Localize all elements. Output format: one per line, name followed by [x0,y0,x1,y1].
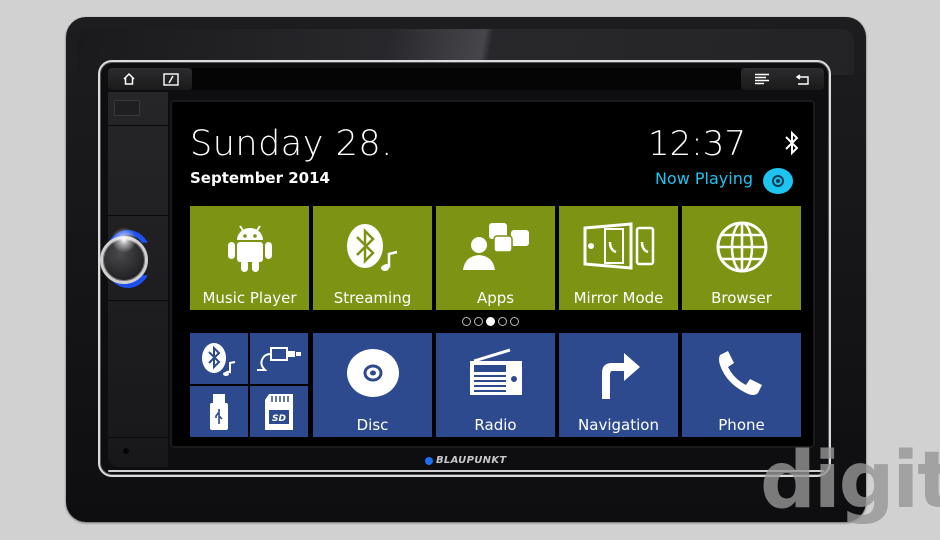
android-icon [227,225,272,272]
back-button[interactable] [791,70,815,88]
volume-knob[interactable] [97,225,157,291]
bluetooth-audio-icon [202,342,236,376]
phone-handset-icon [718,351,762,395]
mini-tile-sd-card[interactable]: SD [250,386,308,437]
top-strip [192,68,741,90]
brand-logo: BLAUPUNKT [425,455,507,466]
tile-music-player[interactable]: Music Player [190,206,309,310]
screen-button[interactable] [159,70,183,88]
page-dot[interactable] [462,317,471,326]
mirror-mode-icon [583,222,654,270]
now-playing-button[interactable] [763,168,793,194]
light-flare [109,225,139,255]
tile-apps[interactable]: Apps [436,206,555,310]
mic-hole [123,448,129,454]
date-day: Sunday 28. [190,124,393,164]
slot-button[interactable] [114,100,140,116]
panel-divider [108,215,168,216]
home-icon [123,72,135,85]
tile-disc[interactable]: Disc [313,333,432,437]
tile-radio[interactable]: Radio [436,333,555,437]
screen-toggle-icon [163,72,179,86]
tile-browser[interactable]: Browser [682,206,801,310]
brand-dot-icon [425,456,433,465]
tile-label: Navigation [578,416,659,434]
mini-tile-bluetooth-audio[interactable] [190,333,248,384]
mini-tile-usb[interactable] [190,386,248,437]
tile-label: Mirror Mode [573,289,664,307]
tile-label: Phone [718,416,765,434]
tile-label: Streaming [333,289,412,307]
clock: 12:37 [648,124,746,164]
product-photo: Sunday 28. September 2014 12:37 Now Play… [0,0,940,540]
panel-divider [108,125,168,126]
disc-icon [346,349,399,397]
bluetooth-icon[interactable] [783,130,801,156]
menu-button[interactable] [750,70,774,88]
tile-label: Apps [476,289,515,307]
panel-divider [108,437,168,438]
panel-divider [108,300,168,301]
chrome-trim [108,470,824,472]
page-dot-active[interactable] [486,317,495,326]
hardware-buttons-left [108,68,192,90]
hardware-buttons-right [741,68,824,90]
radio-icon [469,348,522,395]
tile-label: Music Player [202,289,297,307]
page-dot[interactable] [498,317,507,326]
mini-tile-aux-input[interactable] [250,333,308,384]
bluetooth-audio-icon [346,224,397,271]
sd-card-icon: SD [265,393,293,430]
tile-mirror-mode[interactable]: Mirror Mode [559,206,678,310]
page-dot[interactable] [510,317,519,326]
date-month-year: September 2014 [190,169,330,187]
back-arrow-icon [795,73,809,85]
home-button[interactable] [117,70,141,88]
disc-small-icon [772,175,784,187]
touch-screen: Sunday 28. September 2014 12:37 Now Play… [170,100,815,448]
menu-lines-icon [754,73,769,85]
aux-cable-icon [257,346,301,371]
apps-person-icon [462,223,529,270]
tile-label: Browser [711,289,772,307]
tile-phone[interactable]: Phone [682,333,801,437]
tile-navigation[interactable]: Navigation [559,333,678,437]
turn-right-arrow-icon [601,353,640,399]
brand-name: BLAUPUNKT [436,455,507,466]
tile-label: Disc [356,416,389,434]
usb-icon [210,393,228,430]
watermark: digit [760,436,940,526]
tile-streaming[interactable]: Streaming [313,206,432,310]
svg-text:SD: SD [272,414,286,424]
globe-icon [716,221,767,273]
now-playing-link[interactable]: Now Playing [655,169,753,188]
page-dot[interactable] [474,317,483,326]
tile-label: Radio [474,416,517,434]
page-indicator [462,317,519,326]
